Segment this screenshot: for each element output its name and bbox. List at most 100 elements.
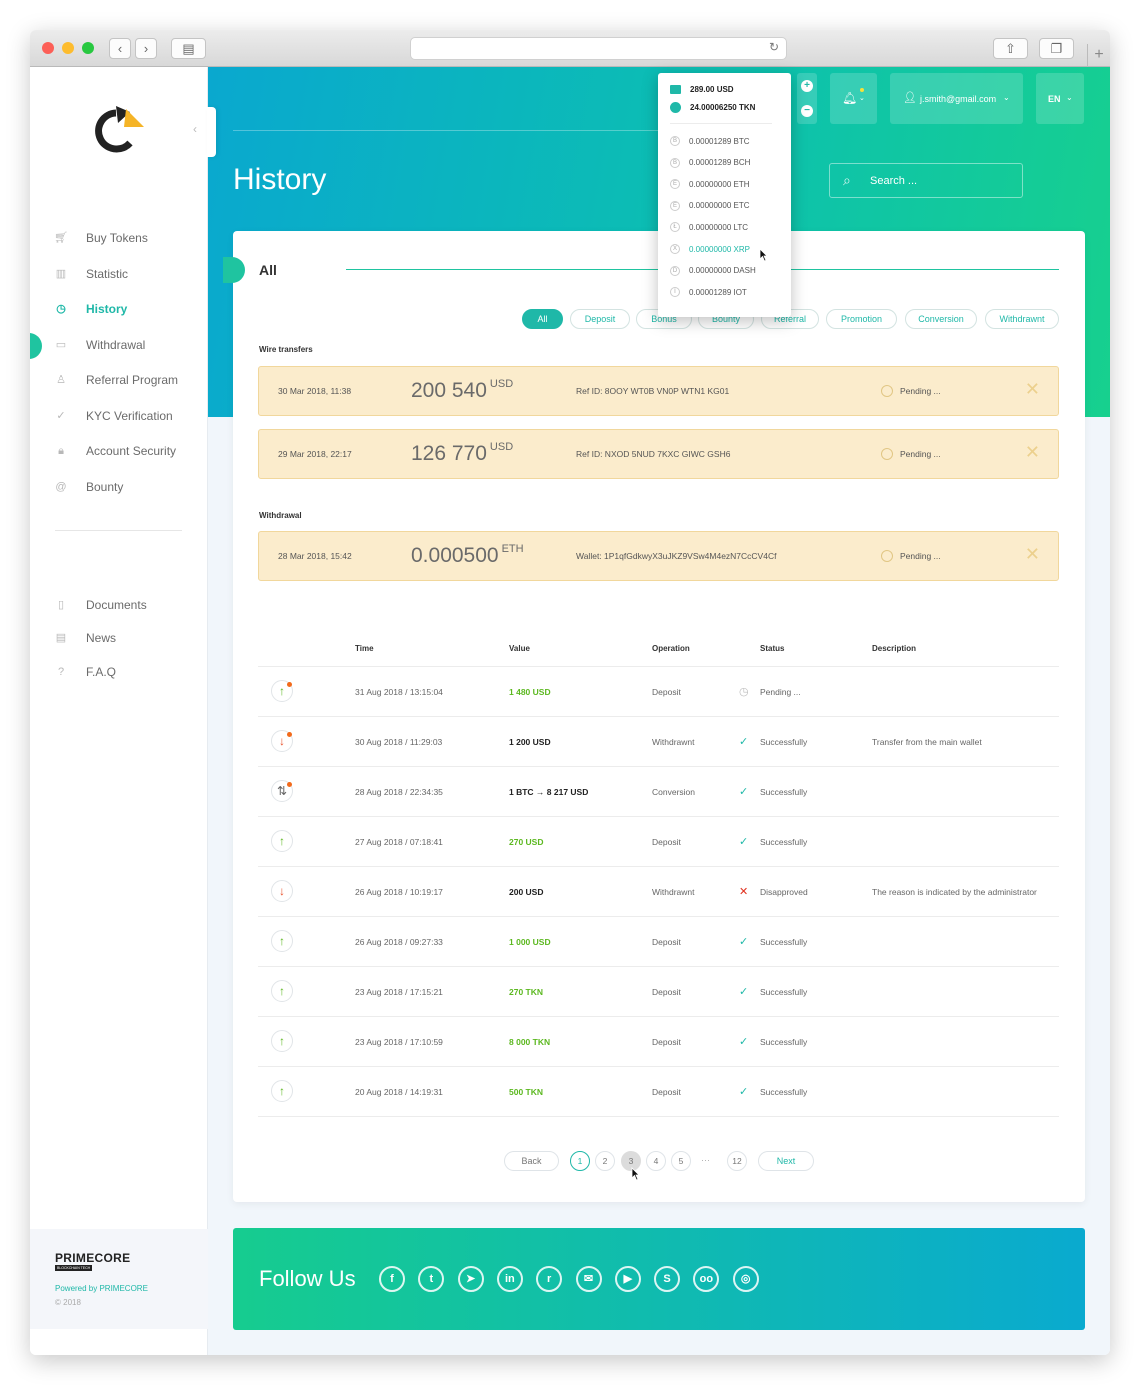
user-icon: ♙ xyxy=(56,374,66,386)
sidebar-item-referral[interactable]: ♙ Referral Program xyxy=(54,368,178,392)
add-funds-icon[interactable]: + xyxy=(801,80,813,92)
search-input[interactable]: ⌕ Search ... xyxy=(829,163,1023,198)
chevron-left-icon[interactable]: ‹ xyxy=(193,122,197,136)
balance-dropdown: 289.00 USD 24.00006250 TKN B 0.00001289 B… xyxy=(658,73,791,317)
browser-forward-icon[interactable]: › xyxy=(135,38,157,59)
minimize-window-icon[interactable] xyxy=(62,42,74,54)
page-2-button[interactable]: 2 xyxy=(595,1151,615,1171)
sidebar-item-faq[interactable]: ? F.A.Q xyxy=(54,660,116,684)
coin-balance-item[interactable]: B 0.00001289 BTC xyxy=(670,135,750,147)
table-row[interactable]: ↑ 23 Aug 2018 / 17:10:59 8 000 TKN Deposit ✓… xyxy=(258,1016,1059,1066)
telegram-icon[interactable]: ➤ xyxy=(457,1266,484,1292)
sidebar-item-label: Buy Tokens xyxy=(86,231,148,245)
maximize-window-icon[interactable] xyxy=(82,42,94,54)
amount-value: 126 770 xyxy=(411,442,487,465)
sidebar-footer: PRIMECORE BLOCKCHAIN TECH Powered by PRI… xyxy=(30,1229,208,1329)
language-selector[interactable]: EN ⌄ xyxy=(1036,73,1084,124)
address-bar[interactable]: ↻ xyxy=(410,37,787,60)
sidebar-item-security[interactable]: 🔒︎ Account Security xyxy=(54,439,176,463)
reddit-icon[interactable]: r xyxy=(536,1266,563,1292)
amount-value: 200 540 xyxy=(411,379,487,402)
facebook-icon[interactable]: f xyxy=(379,1266,405,1292)
sidebar-item-label: KYC Verification xyxy=(86,409,173,423)
filter-conversion[interactable]: Conversion xyxy=(905,309,977,329)
coin-balance-item[interactable]: Ł 0.00000000 LTC xyxy=(670,221,748,233)
row-time: 26 Aug 2018 / 09:27:33 xyxy=(355,937,443,947)
coin-balance-item[interactable]: D 0.00000000 DASH xyxy=(670,265,756,277)
sidebar-item-statistic[interactable]: ▥ Statistic xyxy=(54,262,128,286)
filter-withdrawnt[interactable]: Withdrawnt xyxy=(985,309,1059,329)
table-row[interactable]: ↓ 30 Aug 2018 / 11:29:03 1 200 USD Withdraw… xyxy=(258,716,1059,766)
pagination-back-button[interactable]: Back xyxy=(504,1151,559,1171)
close-icon[interactable]: ✕ xyxy=(1025,544,1040,565)
chevron-down-icon: ⌄ xyxy=(859,95,865,102)
arrow-down-icon: ↓ xyxy=(271,880,293,902)
filter-deposit[interactable]: Deposit xyxy=(570,309,630,329)
pending-transfer-row: 30 Mar 2018, 11:38 200 540 USD Ref ID: 8O… xyxy=(258,366,1059,416)
new-tab-icon[interactable]: + xyxy=(1087,44,1110,67)
page-12-button[interactable]: 12 xyxy=(727,1151,747,1171)
withdrawal-amount: 0.000500 ETH xyxy=(411,543,524,568)
coin-balance-item[interactable]: E 0.00000000 ETH xyxy=(670,178,750,190)
tabs-overview-icon[interactable]: ❐ xyxy=(1039,38,1074,59)
table-row[interactable]: ↓ 26 Aug 2018 / 10:19:17 200 USD Withdrawnt… xyxy=(258,866,1059,916)
question-icon: ? xyxy=(57,666,65,678)
browser-window: ‹ › ▤ ↻ ⇧ ❐ + ‹ 🛒︎ Buy Tokens ▥ Statistic … xyxy=(30,30,1110,1355)
reload-icon[interactable]: ↻ xyxy=(769,40,779,54)
sidebar-item-kyc[interactable]: ✓ KYC Verification xyxy=(54,404,173,428)
notifications-button[interactable]: 🔔︎ ⌄ xyxy=(830,73,877,124)
instagram-icon[interactable]: ◎ xyxy=(732,1266,759,1292)
close-icon[interactable]: ✕ xyxy=(1025,442,1040,463)
flickr-icon[interactable]: oo xyxy=(693,1266,720,1292)
remove-funds-icon[interactable]: − xyxy=(801,105,813,117)
table-row[interactable]: ↑ 27 Aug 2018 / 07:18:41 270 USD Deposit ✓ Su… xyxy=(258,816,1059,866)
linkedin-icon[interactable]: in xyxy=(496,1266,523,1292)
page-5-button[interactable]: 5 xyxy=(671,1151,691,1171)
row-status: Successfully xyxy=(760,1087,808,1097)
table-row[interactable]: ↑ 26 Aug 2018 / 09:27:33 1 000 USD Deposit ✓… xyxy=(258,916,1059,966)
user-menu-button[interactable]: 👤︎ j.smith@gmail.com ⌄ xyxy=(890,73,1023,124)
mouse-cursor-icon xyxy=(631,1167,640,1181)
coin-balance-item[interactable]: X 0.00000000 XRP xyxy=(670,243,750,255)
checkmark-icon: ✓ xyxy=(739,736,749,748)
transfer-date: 29 Mar 2018, 22:17 xyxy=(278,449,352,459)
page-1-button[interactable]: 1 xyxy=(570,1151,590,1171)
sidebar-item-news[interactable]: ▤ News xyxy=(54,626,116,650)
sidebar-item-documents[interactable]: ▯ Documents xyxy=(54,593,147,617)
close-icon[interactable]: ✕ xyxy=(1025,379,1040,400)
filter-all[interactable]: All xyxy=(522,309,563,329)
table-end-divider xyxy=(258,1116,1059,1117)
coin-balance-item[interactable]: B 0.00001289 BCH xyxy=(670,157,750,169)
sidebar-item-bounty[interactable]: @ Bounty xyxy=(54,475,123,499)
arrow-up-icon: ↑ xyxy=(271,1080,293,1102)
table-row[interactable]: ↑ 23 Aug 2018 / 17:15:21 270 TKN Deposit ✓ Su… xyxy=(258,966,1059,1016)
table-row[interactable]: ↑ 20 Aug 2018 / 14:19:31 500 TKN Deposit ✓ Su… xyxy=(258,1066,1059,1116)
transfer-amount: 126 770 USD xyxy=(411,441,513,466)
coin-balance-item[interactable]: E 0.00000000 ETC xyxy=(670,200,750,212)
twitter-icon[interactable]: t xyxy=(418,1266,445,1292)
filter-promotion[interactable]: Promotion xyxy=(826,309,897,329)
sidebar-toggle-icon[interactable]: ▤ xyxy=(171,38,206,59)
check-icon: ✓ xyxy=(56,410,66,422)
cart-icon: 🛒︎ xyxy=(54,232,68,244)
pagination-next-button[interactable]: Next xyxy=(758,1151,814,1171)
sidebar-item-buy-tokens[interactable]: 🛒︎ Buy Tokens xyxy=(54,226,148,250)
sidebar-item-label: Documents xyxy=(86,598,147,612)
coin-balance-item[interactable]: I 0.00001289 IOT xyxy=(670,286,747,298)
table-row[interactable]: ⇅ 28 Aug 2018 / 22:34:35 1 BTC → 8 217 USD… xyxy=(258,766,1059,816)
arrow-up-icon: ↑ xyxy=(271,980,293,1002)
collapse-sidebar-tab[interactable] xyxy=(207,107,216,157)
sidebar-item-history[interactable]: ◷ History xyxy=(54,297,127,321)
table-row[interactable]: ↑ 31 Aug 2018 / 13:15:04 1 480 USD Deposit ◷… xyxy=(258,666,1059,716)
skype-icon[interactable]: S xyxy=(654,1266,681,1292)
sidebar-item-withdrawal[interactable]: ▭ Withdrawal xyxy=(54,333,146,357)
share-icon[interactable]: ⇧ xyxy=(993,38,1028,59)
mail-icon[interactable]: ✉ xyxy=(575,1266,602,1292)
youtube-icon[interactable]: ▶ xyxy=(614,1266,641,1292)
page-4-button[interactable]: 4 xyxy=(646,1151,666,1171)
browser-back-icon[interactable]: ‹ xyxy=(109,38,131,59)
close-window-icon[interactable] xyxy=(42,42,54,54)
clock-icon xyxy=(881,550,893,562)
row-operation: Deposit xyxy=(652,1037,681,1047)
withdrawal-status: Pending ... xyxy=(900,551,941,561)
